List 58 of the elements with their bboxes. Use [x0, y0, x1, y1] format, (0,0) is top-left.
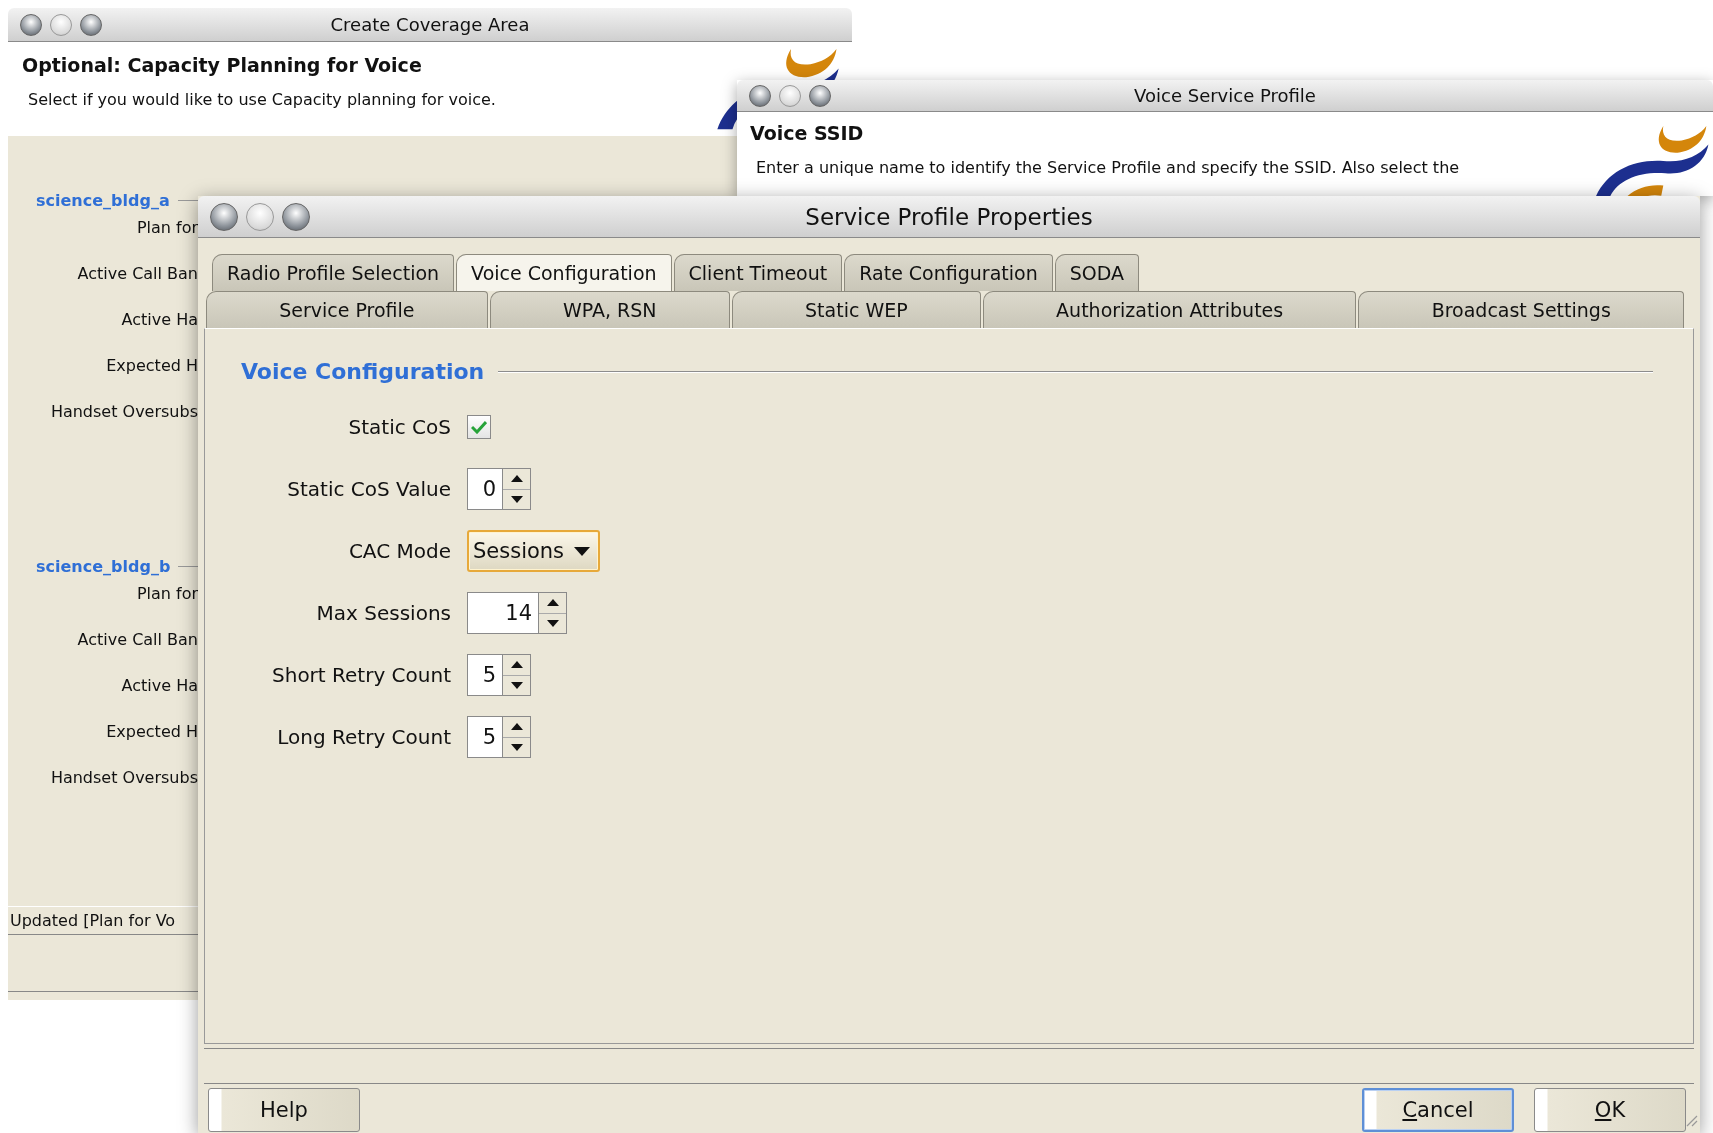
check-icon [471, 420, 487, 434]
zoom-button[interactable] [809, 84, 831, 107]
close-button[interactable] [20, 13, 42, 36]
field-label: CAC Mode [348, 539, 451, 563]
group-name: science_bldg_a [36, 190, 170, 210]
field-label: Active Call Ban [77, 264, 198, 283]
number-spinner[interactable]: 14 [467, 592, 567, 634]
minimize-button[interactable] [50, 13, 72, 36]
field-label: Short Retry Count [272, 663, 451, 687]
tab[interactable]: Static WEP [731, 291, 981, 328]
tab[interactable]: Client Timeout [673, 254, 843, 291]
description-text: Select if you would like to use Capacity planning for voice. [28, 90, 496, 109]
section-heading: Optional: Capacity Planning for Voice [22, 54, 422, 76]
tab[interactable]: Broadcast Settings [1358, 291, 1684, 328]
tab[interactable]: Voice Configuration [456, 254, 672, 291]
resize-grip-icon[interactable] [1684, 1113, 1698, 1127]
dialog-button[interactable]: Help [208, 1088, 360, 1132]
close-button[interactable] [749, 84, 771, 107]
minimize-button[interactable] [779, 84, 801, 107]
section-heading: Voice SSID [750, 122, 864, 144]
number-spinner[interactable]: 5 [467, 716, 531, 758]
field-label: Active Call Ban [77, 630, 198, 649]
field-label: Static CoS Value [287, 477, 451, 501]
tab[interactable]: Authorization Attributes [982, 291, 1357, 328]
field-label: Plan for [136, 584, 198, 603]
window-title: Voice Service Profile [1134, 85, 1316, 106]
field-label: Handset Oversubs [50, 402, 198, 421]
zoom-button[interactable] [282, 202, 310, 231]
number-spinner[interactable]: 5 [467, 654, 531, 696]
field-label: Expected H [106, 722, 198, 741]
dialog-button[interactable]: OK [1534, 1088, 1686, 1132]
close-button[interactable] [210, 202, 238, 231]
field-label: Active Ha [121, 310, 198, 329]
dialog-button[interactable]: Cancel [1362, 1088, 1514, 1132]
checkbox[interactable] [467, 415, 491, 439]
status-text: Updated [Plan for Vo [8, 906, 198, 935]
field-label: Max Sessions [316, 601, 451, 625]
field-label: Long Retry Count [277, 725, 451, 749]
zoom-button[interactable] [80, 13, 102, 36]
field-label: Handset Oversubs [50, 768, 198, 787]
tab[interactable]: Service Profile [206, 291, 488, 328]
caret-icon [574, 546, 591, 556]
dropdown[interactable]: Sessions [467, 530, 601, 572]
window-title: Create Coverage Area [330, 14, 530, 35]
group-name: science_bldg_b [36, 556, 171, 576]
number-spinner[interactable]: 0 [467, 468, 531, 510]
tab[interactable]: Rate Configuration [844, 254, 1053, 291]
tab[interactable]: SODA [1054, 254, 1140, 291]
minimize-button[interactable] [246, 202, 274, 231]
field-label: Expected H [106, 356, 198, 375]
field-label: Active Ha [121, 676, 198, 695]
field-label: Static CoS [348, 415, 451, 439]
section-title: Voice Configuration [241, 359, 485, 384]
field-label: Plan for [136, 218, 198, 237]
tab[interactable]: WPA, RSN [489, 291, 730, 328]
description-text: Enter a unique name to identify the Service Profile and specify the SSID. Also select the [756, 158, 1460, 177]
window-title: Service Profile Properties [805, 203, 1093, 230]
tab[interactable]: Radio Profile Selection [212, 254, 455, 291]
